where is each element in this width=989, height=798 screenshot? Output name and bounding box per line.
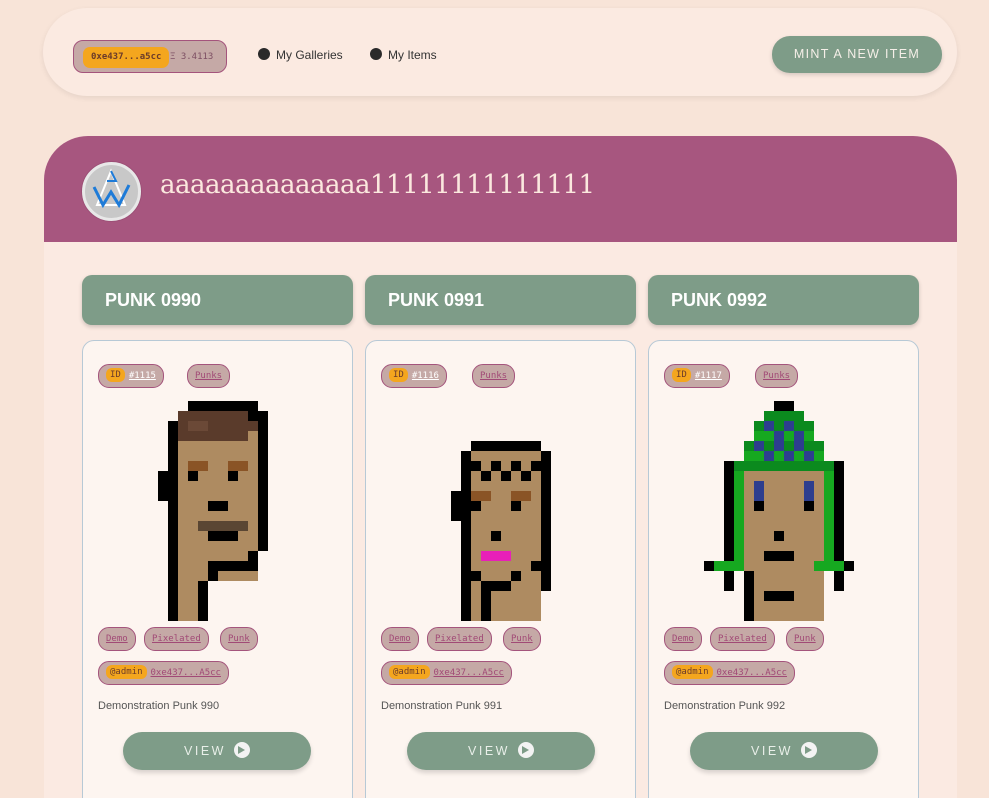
view-label: VIEW <box>751 744 793 758</box>
id-label: ID <box>389 368 408 382</box>
collection-tag[interactable]: Punks <box>472 364 516 388</box>
gallery-header: aaaaaaaaaaaaaa11111111111111 <box>44 136 957 242</box>
nav-label: My Items <box>388 48 437 62</box>
view-label: VIEW <box>468 744 510 758</box>
nav-my-galleries[interactable]: My Galleries <box>258 47 343 63</box>
id-badge[interactable]: ID #1117 <box>664 364 730 388</box>
nav-my-items[interactable]: My Items <box>370 47 437 63</box>
tag-chip[interactable]: Pixelated <box>427 627 492 651</box>
item-card: ID #1117 Punks Demo Pixelated Punk @admi… <box>648 340 919 798</box>
item-card: ID #1116 Punks Demo Pixelated Punk @admi… <box>365 340 636 798</box>
bullet-icon <box>370 48 382 60</box>
card-title: PUNK 0992 <box>648 275 919 325</box>
owner-address: 0xe437...A5cc <box>433 668 504 678</box>
nav-label: My Galleries <box>276 48 343 62</box>
collection-tag[interactable]: Punks <box>187 364 231 388</box>
collection-tag[interactable]: Punks <box>755 364 799 388</box>
punk-image <box>158 401 268 621</box>
owner-badge[interactable]: @admin 0xe437...A5cc <box>98 661 229 685</box>
card-title: PUNK 0991 <box>365 275 636 325</box>
tag-chip[interactable]: Pixelated <box>144 627 209 651</box>
arrow-right-circle-icon <box>800 742 817 758</box>
id-value: #1117 <box>694 371 722 381</box>
id-value: #1115 <box>128 371 156 381</box>
owner-address: 0xe437...A5cc <box>150 668 221 678</box>
gallery-panel: aaaaaaaaaaaaaa11111111111111 PUNK 0990 P… <box>44 136 957 798</box>
owner-handle: @admin <box>106 665 147 679</box>
id-badge[interactable]: ID #1116 <box>381 364 447 388</box>
tag-chip[interactable]: Demo <box>381 627 419 651</box>
id-label: ID <box>672 368 691 382</box>
wallet-balance: Ξ 3.4113 <box>170 52 214 62</box>
owner-handle: @admin <box>389 665 430 679</box>
item-description: Demonstration Punk 990 <box>98 700 220 712</box>
arrow-right-circle-icon <box>517 742 534 758</box>
tag-chip[interactable]: Punk <box>786 627 824 651</box>
view-button[interactable]: VIEW <box>407 732 595 770</box>
owner-badge[interactable]: @admin 0xe437...A5cc <box>381 661 512 685</box>
punk-image <box>704 401 854 621</box>
gallery-logo <box>82 162 141 221</box>
wallet-address: 0xe437...a5cc <box>83 47 170 68</box>
id-value: #1116 <box>411 371 439 381</box>
tag-chip[interactable]: Punk <box>220 627 258 651</box>
view-button[interactable]: VIEW <box>690 732 878 770</box>
owner-badge[interactable]: @admin 0xe437...A5cc <box>664 661 795 685</box>
id-label: ID <box>106 368 125 382</box>
item-card: ID #1115 Punks Demo Pixelated Punk @admi… <box>82 340 353 798</box>
item-description: Demonstration Punk 992 <box>664 700 786 712</box>
tag-chip[interactable]: Punk <box>503 627 541 651</box>
view-label: VIEW <box>184 744 226 758</box>
punk-image <box>451 441 551 621</box>
top-bar: 0xe437...a5cc Ξ 3.4113 My Galleries My I… <box>43 8 957 96</box>
gallery-title: aaaaaaaaaaaaaa11111111111111 <box>160 170 595 200</box>
bullet-icon <box>258 48 270 60</box>
item-description: Demonstration Punk 991 <box>381 700 503 712</box>
tag-chip[interactable]: Pixelated <box>710 627 775 651</box>
wallet-badge[interactable]: 0xe437...a5cc Ξ 3.4113 <box>73 40 227 73</box>
owner-handle: @admin <box>672 665 713 679</box>
view-button[interactable]: VIEW <box>123 732 311 770</box>
tag-chip[interactable]: Demo <box>98 627 136 651</box>
mint-new-item-button[interactable]: MINT A NEW ITEM <box>772 36 942 73</box>
card-title: PUNK 0990 <box>82 275 353 325</box>
tag-chip[interactable]: Demo <box>664 627 702 651</box>
arrow-right-circle-icon <box>233 742 250 758</box>
owner-address: 0xe437...A5cc <box>716 668 787 678</box>
id-badge[interactable]: ID #1115 <box>98 364 164 388</box>
